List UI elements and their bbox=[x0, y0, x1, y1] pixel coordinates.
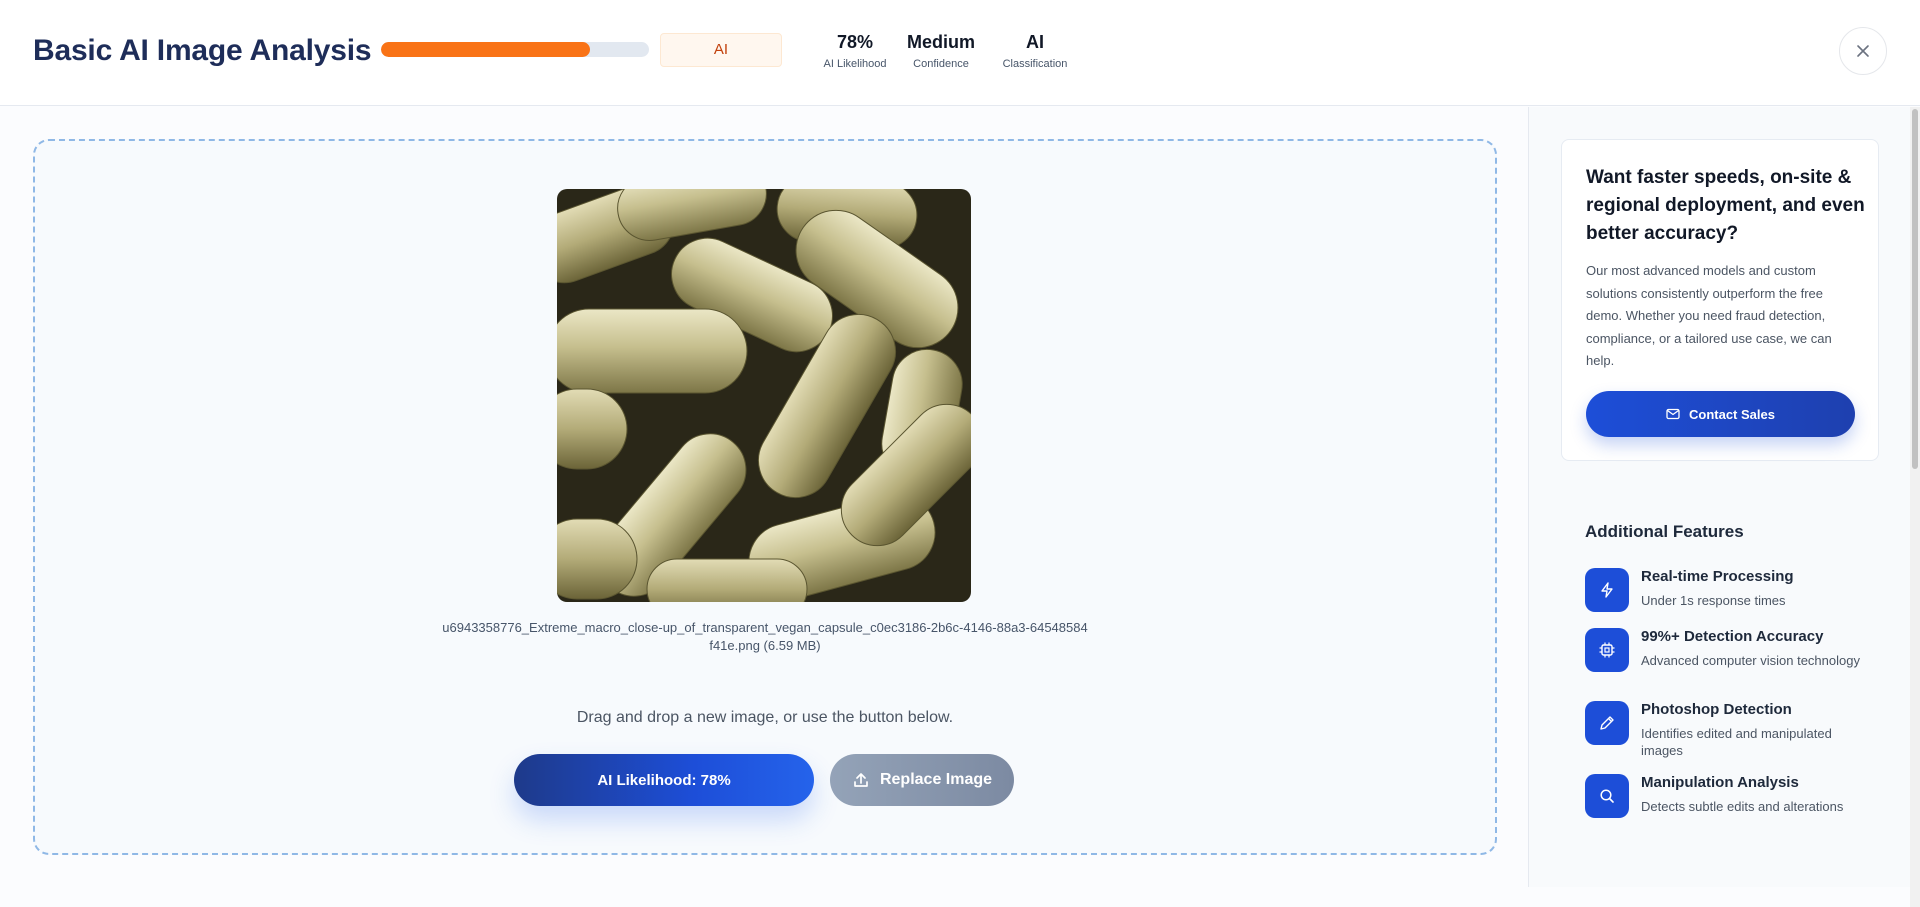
filename-line: f41e.png (6.59 MB) bbox=[709, 638, 821, 653]
filename-line: u6943358776_Extreme_macro_close-up_of_tr… bbox=[442, 620, 1088, 635]
stat-value: 78% bbox=[836, 32, 874, 52]
sidebar-scrollbar[interactable] bbox=[1910, 107, 1920, 907]
ai-likelihood-progress-bar bbox=[381, 42, 649, 57]
stat-ai-likelihood: 78% AI Likelihood bbox=[812, 32, 898, 70]
stat-label: Classification bbox=[1002, 58, 1068, 70]
bolt-icon bbox=[1585, 568, 1629, 612]
stat-classification: AI Classification bbox=[995, 32, 1075, 70]
upload-icon bbox=[854, 773, 868, 787]
contact-sales-label: Contact Sales bbox=[1689, 406, 1775, 422]
feature-desc: Advanced computer vision technology bbox=[1641, 653, 1860, 668]
stat-value: Medium bbox=[906, 32, 975, 52]
promo-body: Our most advanced models and custom solu… bbox=[1586, 263, 1832, 368]
feature-desc: Under 1s response times bbox=[1641, 593, 1786, 608]
capsules-image bbox=[557, 189, 971, 602]
page-title: Basic AI Image Analysis bbox=[33, 34, 372, 67]
feature-name: 99%+ Detection Accuracy bbox=[1641, 628, 1824, 645]
ai-likelihood-button[interactable]: AI Likelihood: 78% bbox=[514, 754, 814, 806]
replace-image-label: Replace Image bbox=[879, 771, 993, 788]
uploaded-image-preview bbox=[557, 189, 971, 602]
feature-name: Manipulation Analysis bbox=[1641, 774, 1799, 791]
classification-badge: AI bbox=[660, 33, 782, 67]
ai-likelihood-progress-fill bbox=[381, 42, 591, 57]
chip-icon bbox=[1585, 628, 1629, 672]
feature-name: Photoshop Detection bbox=[1641, 701, 1792, 718]
pencil-icon bbox=[1585, 701, 1629, 745]
additional-features-heading: Additional Features bbox=[1585, 522, 1744, 541]
stat-label: Confidence bbox=[913, 58, 969, 70]
contact-sales-button[interactable]: Contact Sales bbox=[1586, 391, 1855, 437]
close-icon bbox=[1857, 45, 1869, 57]
stat-label: AI Likelihood bbox=[823, 58, 887, 70]
app-header: Basic AI Image Analysis AI 78% AI Likeli… bbox=[0, 0, 1920, 106]
ai-likelihood-button-label: AI Likelihood: 78% bbox=[597, 771, 731, 789]
search-icon bbox=[1585, 774, 1629, 818]
scrollbar-thumb[interactable] bbox=[1912, 109, 1918, 469]
stat-confidence: Medium Confidence bbox=[903, 32, 979, 70]
feature-desc: Detects subtle edits and alterations bbox=[1641, 799, 1844, 814]
replace-image-button[interactable]: Replace Image bbox=[830, 754, 1014, 806]
drag-drop-hint: Drag and drop a new image, or use the bu… bbox=[576, 709, 954, 726]
image-filename: u6943358776_Extreme_macro_close-up_of_tr… bbox=[380, 619, 1150, 655]
feature-desc: Identifies edited and manipulated images bbox=[1641, 726, 1832, 758]
stat-value: AI bbox=[1026, 32, 1044, 52]
promo-title: Want faster speeds, on-site & regional d… bbox=[1586, 167, 1865, 244]
mail-icon bbox=[1666, 408, 1680, 420]
close-button[interactable] bbox=[1839, 27, 1887, 75]
feature-name: Real-time Processing bbox=[1641, 568, 1794, 585]
promo-card: Want faster speeds, on-site & regional d… bbox=[1561, 139, 1879, 461]
